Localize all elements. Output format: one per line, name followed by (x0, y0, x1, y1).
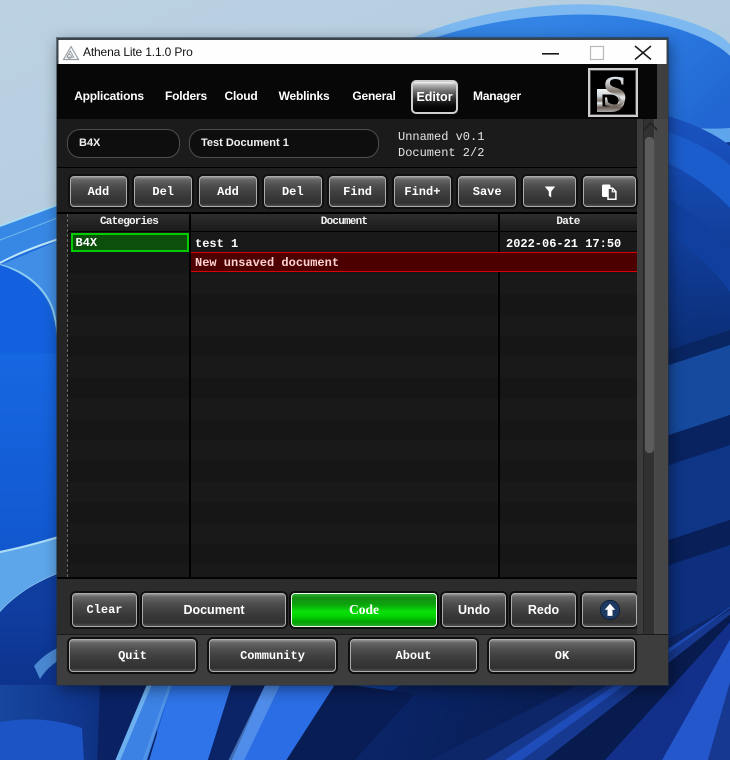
svg-text:S: S (603, 70, 627, 115)
